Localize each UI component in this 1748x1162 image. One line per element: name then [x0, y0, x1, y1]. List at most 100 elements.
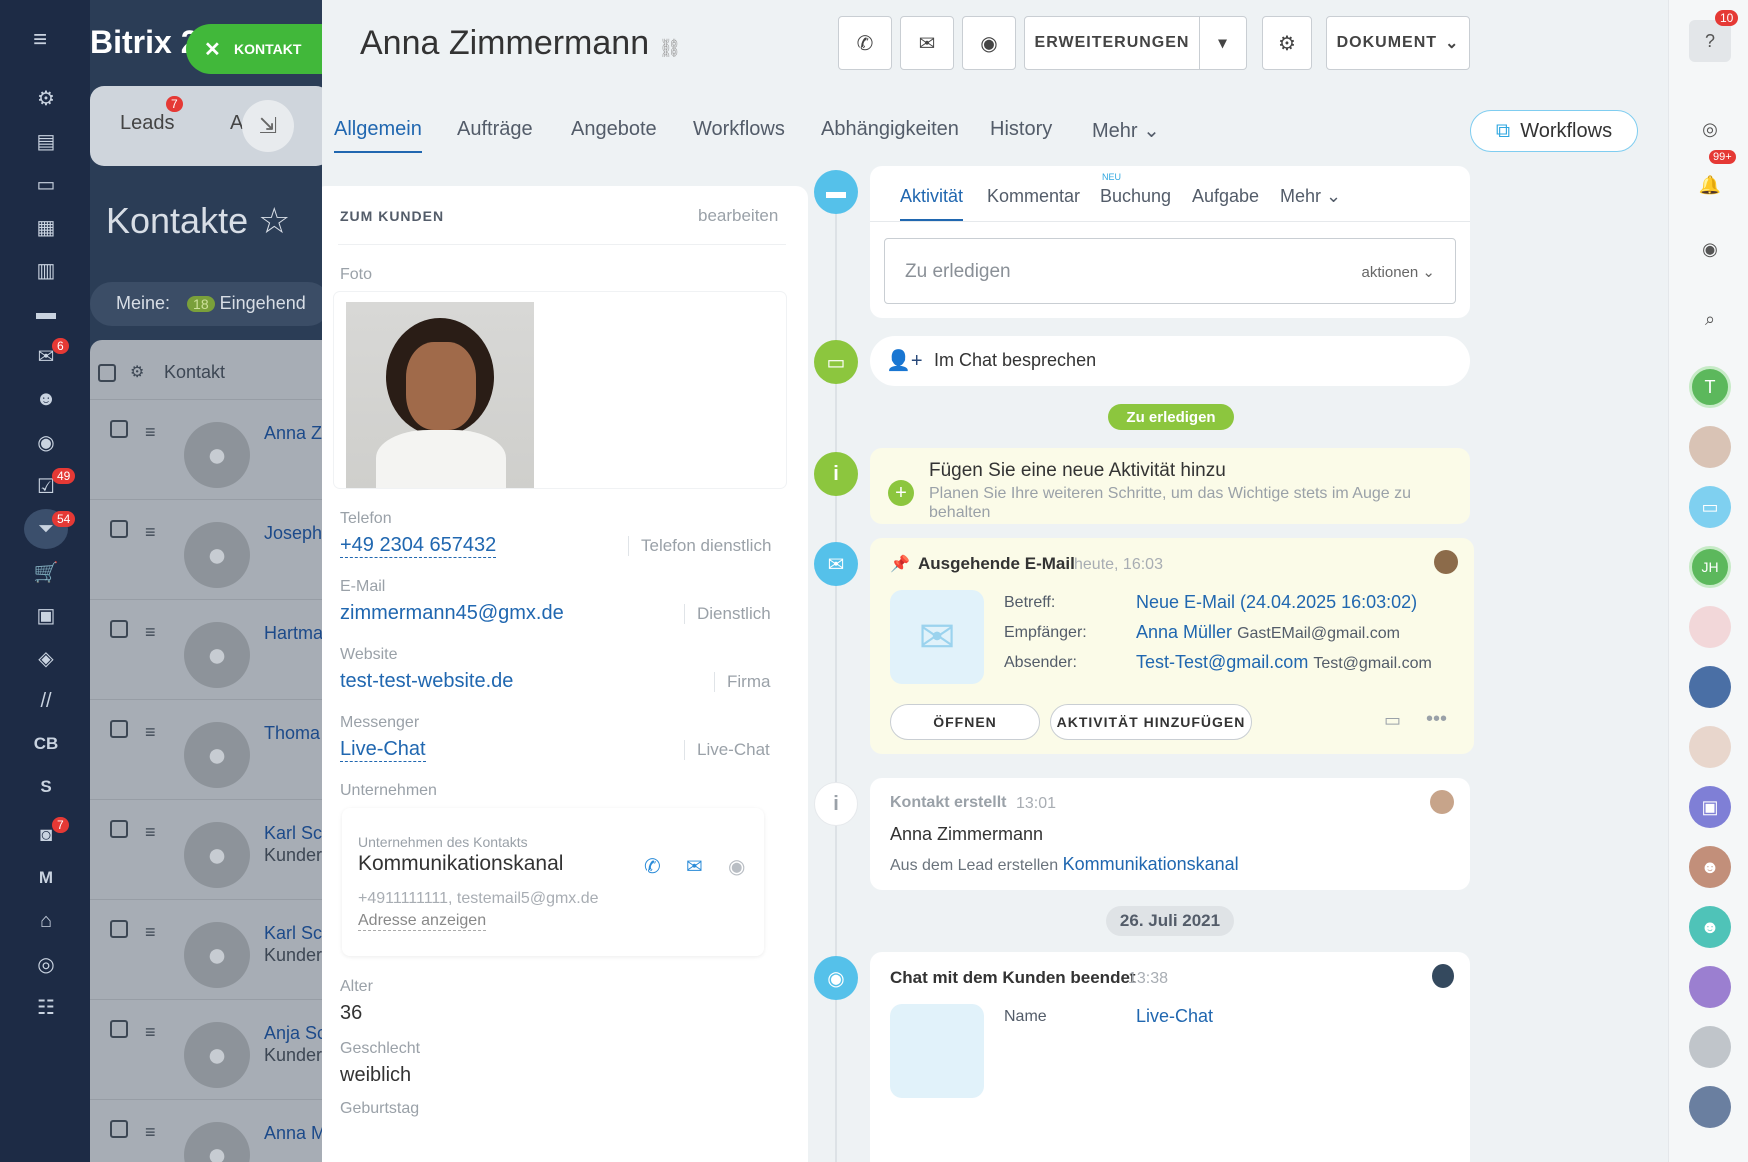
email-item-title[interactable]: Ausgehende E-Mail [918, 554, 1075, 574]
tab-mehr[interactable]: Mehr ⌄ [1092, 118, 1160, 143]
menu-icon[interactable]: ≡ [18, 20, 62, 60]
extensions-dropdown[interactable]: ▾ [1199, 16, 1247, 70]
search-icon[interactable]: ⌕ [1689, 298, 1731, 340]
counter-bar[interactable]: Meine: 18 Eingehend [90, 282, 322, 326]
drag-handle-icon[interactable]: ≡ [145, 422, 156, 443]
avatar[interactable] [1689, 726, 1731, 768]
box-icon[interactable]: ◈ [24, 638, 68, 678]
table-row[interactable]: ≡ ● Karl Sc Kunder [90, 800, 322, 900]
avatar[interactable] [1689, 966, 1731, 1008]
avatar[interactable]: ● [184, 522, 250, 588]
row-checkbox[interactable] [110, 920, 128, 938]
tab-aktivitaet[interactable]: Aktivität [900, 186, 964, 221]
tab-abhaengigkeiten[interactable]: Abhängigkeiten [821, 118, 959, 141]
row-checkbox[interactable] [110, 1020, 128, 1038]
subject-link[interactable]: Neue E-Mail (24.04.2025 16:03:02) [1136, 592, 1417, 613]
feed-icon[interactable]: ▤ [24, 121, 68, 161]
tab-allgemein[interactable]: Allgemein [334, 118, 422, 153]
drag-handle-icon[interactable]: ≡ [145, 722, 156, 743]
contact-name-link[interactable]: Karl Sc [264, 922, 322, 944]
chat-bubble-icon[interactable]: ◉ [1689, 228, 1731, 270]
company-card[interactable]: Unternehmen des Kontakts Kommunikationsk… [342, 808, 764, 956]
nav-item-m[interactable]: M [24, 858, 68, 898]
help-icon[interactable]: ? [1689, 20, 1731, 62]
table-row[interactable]: ≡ ● Karl Sc Kunder [90, 900, 322, 1000]
row-checkbox[interactable] [110, 720, 128, 738]
actions-dropdown[interactable]: aktionen ⌄ [1362, 263, 1435, 281]
drag-handle-icon[interactable]: ≡ [145, 822, 156, 843]
tab-aufgabe[interactable]: Aufgabe [1192, 186, 1259, 207]
tab-buchung[interactable]: Buchung [1100, 186, 1171, 207]
phone-value[interactable]: +49 2304 657432 [340, 534, 497, 558]
avatar-t[interactable]: T [1689, 366, 1731, 408]
drag-handle-icon[interactable]: ≡ [145, 1122, 156, 1143]
add-contact-button[interactable]: ✕ KONTAKT [186, 24, 322, 74]
email-button[interactable]: ✉ [900, 16, 954, 70]
table-row[interactable]: ≡ ● Anja Sc Kunder [90, 1000, 322, 1100]
avatar[interactable] [1430, 790, 1454, 814]
table-row[interactable]: ≡ ● Joseph [90, 500, 322, 600]
row-checkbox[interactable] [110, 820, 128, 838]
settings-button[interactable]: ⚙ [1262, 16, 1312, 70]
avatar[interactable]: ● [184, 1122, 250, 1162]
note-icon[interactable]: ▭ [1384, 710, 1401, 731]
extensions-button[interactable]: ERWEITERUNGEN [1024, 16, 1200, 70]
avatar[interactable] [1689, 426, 1731, 468]
recipient-name-link[interactable]: Anna Müller [1136, 622, 1232, 642]
gear-icon[interactable]: ⚙ [130, 362, 144, 382]
avatar[interactable]: ● [184, 922, 250, 988]
tab-workflows[interactable]: Workflows [693, 118, 785, 141]
table-row[interactable]: ≡ ● Anna M [90, 1100, 322, 1162]
email-value[interactable]: zimmermann45@gmx.de [340, 602, 564, 625]
bell-icon[interactable]: 🔔 [1689, 164, 1731, 206]
chat-button[interactable]: ◉ [962, 16, 1016, 70]
avatar[interactable] [1432, 964, 1454, 988]
contact-name-link[interactable]: Thoma [264, 722, 322, 744]
nav-item-s[interactable]: S [24, 767, 68, 807]
crm-icon[interactable]: ⚙ [24, 78, 68, 118]
group-icon[interactable]: ☻ [1689, 846, 1731, 888]
target-icon[interactable]: ◎ [1689, 108, 1731, 150]
avatar[interactable]: ● [184, 622, 250, 688]
contact-photo[interactable] [346, 302, 534, 488]
avatar[interactable] [1689, 1086, 1731, 1128]
pin-icon[interactable]: 📌 [890, 554, 910, 574]
avatar[interactable]: ● [184, 422, 250, 488]
table-row[interactable]: ≡ ● Anna Zimme [90, 400, 322, 500]
contact-name-link[interactable]: Karl Sc [264, 822, 322, 844]
tab-auftraege[interactable]: Aufträge [457, 118, 533, 141]
collapse-icon[interactable]: ⇲ [242, 100, 294, 152]
document-button[interactable]: DOKUMENT ⌄ [1326, 16, 1470, 70]
chat-ended-title[interactable]: Chat mit dem Kunden beendet [890, 968, 1136, 988]
chat-group-icon[interactable]: ▭ [1689, 486, 1731, 528]
messenger-value[interactable]: Live-Chat [340, 738, 426, 762]
chat-icon[interactable]: ◉ [728, 854, 745, 879]
name-value[interactable]: Live-Chat [1136, 1006, 1213, 1027]
nav-item-cb[interactable]: CB [24, 724, 68, 764]
row-checkbox[interactable] [110, 620, 128, 638]
plus-icon[interactable]: + [888, 480, 914, 506]
edit-link[interactable]: bearbeiten [698, 206, 778, 226]
contact-name-link[interactable]: Joseph [264, 522, 322, 544]
group-icon[interactable]: ☻ [1689, 906, 1731, 948]
settings-list-icon[interactable]: ☷ [24, 987, 68, 1027]
bank-icon[interactable]: ⌂ [24, 901, 68, 941]
avatar[interactable]: ● [184, 822, 250, 888]
row-checkbox[interactable] [110, 1120, 128, 1138]
drive-icon[interactable]: ▬ [24, 293, 68, 333]
chat-discuss-item[interactable]: 👤+ Im Chat besprechen [870, 336, 1470, 386]
shop-cart-icon[interactable]: 🛒 [24, 552, 68, 592]
add-activity-item[interactable]: + Fügen Sie eine neue Aktivität hinzu Pl… [870, 448, 1470, 524]
avatar[interactable]: ● [184, 722, 250, 788]
chat-icon[interactable]: ▭ [24, 164, 68, 204]
column-header-kontakt[interactable]: Kontakt [164, 362, 225, 383]
call-button[interactable]: ✆ [838, 16, 892, 70]
avatar[interactable] [1689, 1026, 1731, 1068]
avatar[interactable]: ● [184, 1022, 250, 1088]
target-icon[interactable]: ◎ [24, 944, 68, 984]
company-name[interactable]: Kommunikationskanal [358, 852, 563, 876]
row-checkbox[interactable] [110, 420, 128, 438]
contact-card-icon[interactable]: ▣ [24, 595, 68, 635]
drag-handle-icon[interactable]: ≡ [145, 622, 156, 643]
website-value[interactable]: test-test-website.de [340, 670, 513, 693]
